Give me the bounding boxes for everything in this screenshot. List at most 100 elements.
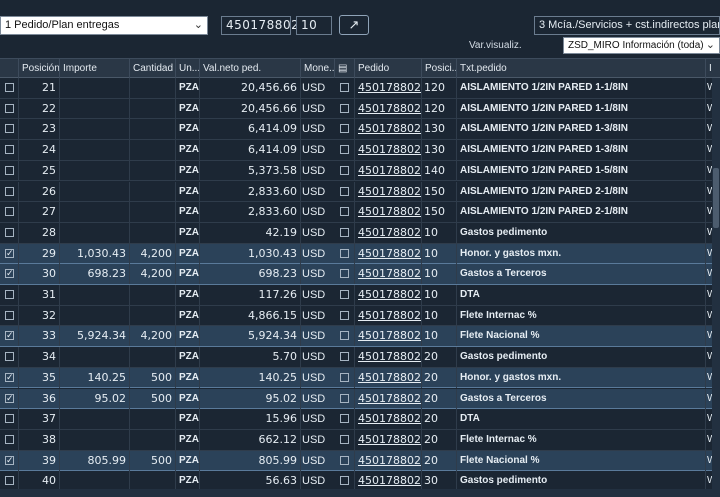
cell-cantidad[interactable]	[129, 78, 175, 98]
variant-select[interactable]: ZSD_MIRO Información (toda) ⌄	[563, 37, 720, 54]
row-flag-checkbox[interactable]	[340, 269, 349, 279]
row-flag-checkbox[interactable]	[340, 248, 349, 258]
cell-cantidad[interactable]	[129, 119, 175, 140]
cell-importe[interactable]	[59, 181, 129, 202]
row-flag-checkbox[interactable]	[340, 434, 349, 444]
horizontal-scrollbar[interactable]	[0, 489, 720, 497]
open-document-button[interactable]: ↗	[339, 15, 369, 35]
cell-importe[interactable]	[59, 409, 129, 430]
table-row[interactable]: 34 PZA 5.70 USD 4501788025 20 Gastos pedimento…	[0, 347, 712, 368]
row-select-checkbox[interactable]: ✓	[5, 393, 14, 403]
header-calendar-col[interactable]: ▤	[334, 59, 354, 78]
row-select-checkbox[interactable]	[5, 434, 14, 444]
row-select-checkbox[interactable]	[5, 207, 14, 217]
row-select-checkbox[interactable]: ✓	[5, 269, 14, 279]
cell-importe[interactable]: 95.02	[59, 388, 129, 409]
cell-pedido-link[interactable]: 4501788025	[354, 202, 421, 223]
header-moneda[interactable]: Mone...	[300, 59, 334, 78]
header-valor-neto[interactable]: Val.neto ped.	[199, 59, 300, 78]
row-flag-checkbox[interactable]	[340, 186, 349, 196]
table-row[interactable]: 25 PZA 5,373.58 USD 4501788025 140 AISLAMIENTO…	[0, 160, 712, 182]
cell-cantidad[interactable]	[129, 181, 175, 202]
cell-cantidad[interactable]	[129, 222, 175, 243]
cell-importe[interactable]	[59, 305, 129, 326]
cell-pedido-link[interactable]: 4501788025	[354, 140, 421, 161]
cell-importe[interactable]	[59, 285, 129, 305]
cell-pedido-link[interactable]: 4501788025	[354, 347, 421, 368]
table-row[interactable]: 24 PZA 6,414.09 USD 4501788025 130 AISLAMIENTO…	[0, 140, 712, 161]
table-row[interactable]: ✓ 29 1,030.43 4,200 PZA 1,030.43 USD 4501788025…	[0, 243, 712, 265]
row-flag-checkbox[interactable]	[340, 476, 349, 486]
row-select-checkbox[interactable]: ✓	[5, 331, 14, 341]
vertical-scrollbar-thumb[interactable]	[713, 168, 719, 228]
cell-pedido-link[interactable]: 4501788025	[354, 181, 421, 202]
cell-cantidad[interactable]	[129, 140, 175, 161]
cell-pedido-link[interactable]: 4501788025	[354, 98, 421, 119]
view-select[interactable]: 1 Pedido/Plan entregas ⌄	[0, 16, 208, 35]
document-number-input[interactable]: 4501788025	[221, 16, 307, 35]
row-select-checkbox[interactable]	[5, 145, 14, 155]
cell-cantidad[interactable]: 500	[129, 450, 175, 471]
cell-pedido-link[interactable]: 4501788025	[354, 285, 421, 305]
table-row[interactable]: 32 PZA 4,866.15 USD 4501788025 10 Flete Intern…	[0, 305, 712, 327]
cell-importe[interactable]: 1,030.43	[59, 243, 129, 264]
cell-pedido-link[interactable]: 4501788025	[354, 450, 421, 471]
row-select-checkbox[interactable]	[5, 83, 14, 92]
cell-cantidad[interactable]	[129, 285, 175, 305]
cell-pedido-link[interactable]: 4501788025	[354, 429, 421, 450]
row-flag-checkbox[interactable]	[340, 414, 349, 424]
cell-cantidad[interactable]: 500	[129, 367, 175, 388]
cell-importe[interactable]	[59, 140, 129, 161]
row-flag-checkbox[interactable]	[340, 227, 349, 237]
header-cantidad[interactable]: Cantidad	[129, 59, 175, 78]
row-flag-checkbox[interactable]	[340, 290, 349, 299]
row-flag-checkbox[interactable]	[340, 372, 349, 382]
header-select-all[interactable]	[0, 59, 18, 78]
table-row[interactable]: 27 PZA 2,833.60 USD 4501788025 150 AISLAMIENTO…	[0, 202, 712, 223]
row-select-checkbox[interactable]	[5, 414, 14, 424]
item-number-input[interactable]: 10	[296, 16, 332, 35]
cell-importe[interactable]	[59, 222, 129, 243]
row-select-checkbox[interactable]: ✓	[5, 248, 14, 258]
cell-importe[interactable]	[59, 98, 129, 119]
cell-pedido-link[interactable]: 4501788025	[354, 264, 421, 285]
cell-pedido-link[interactable]: 4501788025	[354, 388, 421, 409]
row-select-checkbox[interactable]	[5, 476, 14, 486]
header-posicion[interactable]: Posición	[18, 59, 59, 78]
cell-cantidad[interactable]	[129, 202, 175, 223]
cell-importe[interactable]	[59, 202, 129, 223]
row-flag-checkbox[interactable]	[340, 455, 349, 465]
row-select-checkbox[interactable]	[5, 124, 14, 134]
cell-importe[interactable]	[59, 429, 129, 450]
table-row[interactable]: 37 PZA15.96USD 450178802520DTAW	[0, 409, 712, 430]
row-flag-checkbox[interactable]	[340, 207, 349, 217]
cell-cantidad[interactable]	[129, 98, 175, 119]
table-row[interactable]: 26 PZA 2,833.60 USD 4501788025 150 AISLAMIENTO…	[0, 181, 712, 203]
row-flag-checkbox[interactable]	[340, 331, 349, 341]
cell-importe[interactable]: 5,924.34	[59, 326, 129, 347]
mode-select[interactable]: 3 Mcía./Servicios + cst.indirectos plani…	[534, 16, 720, 35]
table-row[interactable]: 23 PZA 6,414.09 USD 4501788025 130 AISLAMIENTO…	[0, 119, 712, 141]
row-select-checkbox[interactable]	[5, 103, 14, 113]
cell-importe[interactable]	[59, 119, 129, 140]
row-select-checkbox[interactable]	[5, 290, 14, 299]
header-pedido[interactable]: Pedido	[354, 59, 421, 78]
table-row[interactable]: 22 PZA 20,456.66 USD 4501788025 120 AISLAMIENT…	[0, 98, 712, 120]
table-row[interactable]: ✓ 30 698.23 4,200 PZA 698.23 USD 4501788025 10 Ga…	[0, 264, 712, 285]
cell-cantidad[interactable]	[129, 429, 175, 450]
row-flag-checkbox[interactable]	[340, 145, 349, 155]
row-select-checkbox[interactable]	[5, 227, 14, 237]
cell-cantidad[interactable]: 500	[129, 388, 175, 409]
cell-cantidad[interactable]: 4,200	[129, 243, 175, 264]
cell-cantidad[interactable]	[129, 305, 175, 326]
cell-importe[interactable]	[59, 78, 129, 98]
cell-importe[interactable]: 140.25	[59, 367, 129, 388]
table-row[interactable]: ✓ 33 5,924.34 4,200 PZA 5,924.34 USD 4501788025…	[0, 326, 712, 348]
row-flag-checkbox[interactable]	[340, 165, 349, 175]
cell-cantidad[interactable]	[129, 409, 175, 430]
row-select-checkbox[interactable]	[5, 352, 14, 362]
cell-cantidad[interactable]	[129, 160, 175, 181]
row-select-checkbox[interactable]	[5, 186, 14, 196]
cell-pedido-link[interactable]: 4501788025	[354, 409, 421, 430]
row-flag-checkbox[interactable]	[340, 310, 349, 320]
